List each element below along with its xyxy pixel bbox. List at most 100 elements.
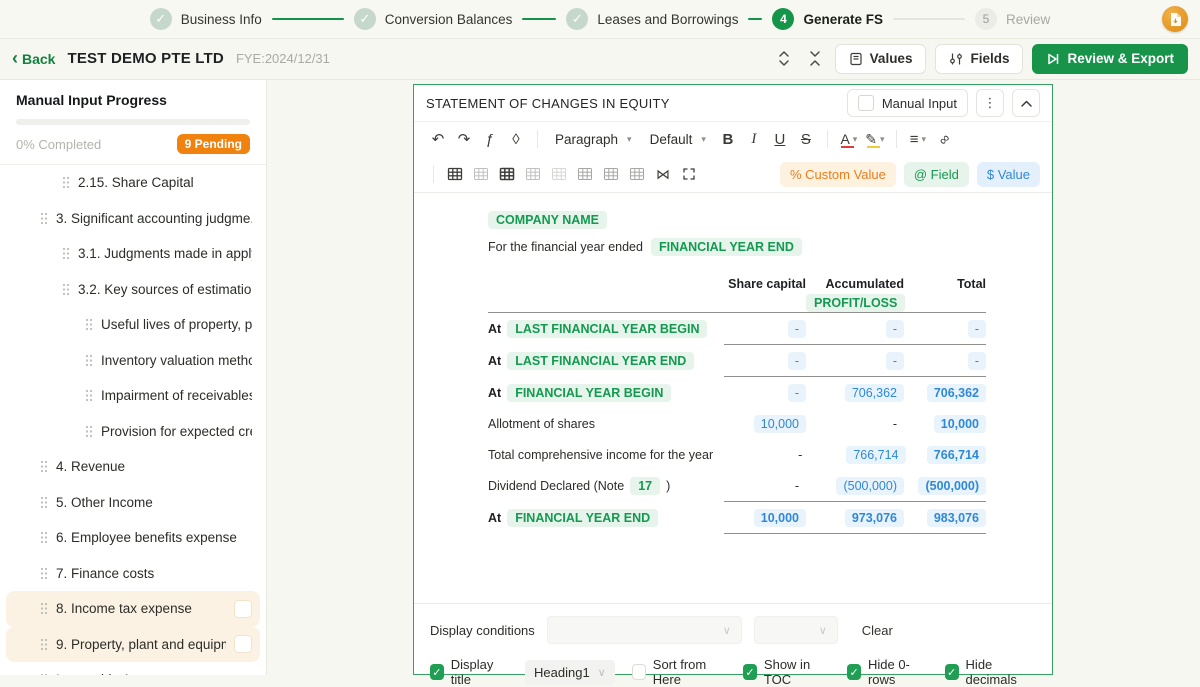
step-generate-fs[interactable]: 4Generate FS	[772, 8, 883, 30]
insert-row-above-icon[interactable]	[547, 162, 571, 186]
step-review[interactable]: 5Review	[975, 8, 1050, 30]
undo-icon[interactable]: ↶	[426, 127, 450, 151]
format-painter-icon[interactable]: ƒ	[478, 127, 502, 151]
value-chip[interactable]: 983,076	[927, 509, 986, 527]
drag-handle[interactable]	[40, 212, 48, 225]
checked-checkbox[interactable]: ✓	[847, 664, 861, 680]
value-chip[interactable]: -	[968, 320, 986, 338]
sidebar-item[interactable]: 3.1. Judgments made in applyi...	[6, 236, 260, 272]
checked-checkbox[interactable]: ✓	[743, 664, 757, 680]
drag-handle[interactable]	[85, 318, 93, 331]
field-chip[interactable]: FINANCIAL YEAR END	[507, 509, 658, 527]
style-dropdown[interactable]: Default▾	[642, 126, 714, 152]
sidebar-item[interactable]: 8. Income tax expense	[6, 591, 260, 627]
value-chip[interactable]: -	[788, 352, 806, 370]
collapse-section-button[interactable]	[1012, 89, 1040, 117]
drag-handle[interactable]	[40, 460, 48, 473]
insert-column-right-icon[interactable]	[625, 162, 649, 186]
collapse-all-button[interactable]	[804, 48, 826, 69]
value-chip[interactable]: -	[788, 320, 806, 338]
option-hide-0-rows[interactable]: ✓Hide 0-rows	[847, 657, 928, 687]
underline-icon[interactable]: U	[768, 127, 792, 151]
manual-input-checkbox[interactable]	[858, 95, 874, 111]
drag-handle[interactable]	[62, 283, 70, 296]
clear-button[interactable]: Clear	[862, 623, 893, 638]
value-chip[interactable]: (500,000)	[918, 477, 986, 495]
field-chip[interactable]: @ Field	[904, 162, 969, 187]
condition-select-1[interactable]: ∨	[547, 616, 742, 644]
drag-handle[interactable]	[40, 531, 48, 544]
delete-table-icon[interactable]	[469, 162, 493, 186]
values-button[interactable]: Values	[835, 44, 927, 74]
fields-button[interactable]: Fields	[935, 44, 1023, 74]
fullscreen-icon[interactable]	[677, 162, 701, 186]
table-properties-icon[interactable]	[495, 162, 519, 186]
sidebar-item[interactable]: 2.15. Share Capital	[6, 165, 260, 201]
strikethrough-icon[interactable]: S	[794, 127, 818, 151]
option-show-in-toc[interactable]: ✓Show in TOC	[743, 657, 830, 687]
company-name-field-chip[interactable]: COMPANY NAME	[488, 211, 607, 229]
sidebar-item[interactable]: Intangable Assets	[6, 662, 260, 675]
drag-handle[interactable]	[62, 176, 70, 189]
sidebar-item[interactable]: 3. Significant accounting judgme...	[6, 201, 260, 237]
drag-handle[interactable]	[85, 354, 93, 367]
field-chip[interactable]: LAST FINANCIAL YEAR BEGIN	[507, 320, 707, 338]
insert-row-below-icon[interactable]	[573, 162, 597, 186]
value-chip[interactable]: -	[788, 384, 806, 402]
sidebar-item-checkbox[interactable]	[234, 600, 252, 618]
value-chip[interactable]: 10,000	[754, 509, 806, 527]
field-chip[interactable]: FINANCIAL YEAR BEGIN	[507, 384, 671, 402]
sidebar-item-checkbox[interactable]	[234, 635, 252, 653]
sidebar-item[interactable]: 5. Other Income	[6, 485, 260, 521]
sidebar-item[interactable]: 3.2. Key sources of estimation...	[6, 272, 260, 308]
drag-handle[interactable]	[62, 247, 70, 260]
bold-icon[interactable]: B	[716, 127, 740, 151]
sidebar-item[interactable]: 9. Property, plant and equipment	[6, 627, 260, 663]
unchecked-checkbox[interactable]	[632, 664, 646, 680]
sidebar-item[interactable]: Impairment of receivables	[6, 378, 260, 414]
sidebar-item[interactable]: Useful lives of property, pl...	[6, 307, 260, 343]
cell-properties-icon[interactable]	[521, 162, 545, 186]
drag-handle[interactable]	[85, 425, 93, 438]
merge-cells-icon[interactable]: ⋈	[651, 162, 675, 186]
value-chip[interactable]: $ Value	[977, 162, 1040, 187]
back-button[interactable]: ‹ Back	[12, 51, 55, 67]
highlight-color-icon[interactable]: ✎▾	[863, 127, 887, 151]
step-business-info[interactable]: ✓Business Info	[150, 8, 262, 30]
drag-handle[interactable]	[40, 496, 48, 509]
review-export-button[interactable]: Review & Export	[1032, 44, 1188, 74]
value-chip[interactable]: 766,714	[846, 446, 905, 464]
option-display-title[interactable]: ✓Display title	[430, 657, 508, 687]
drag-handle[interactable]	[40, 567, 48, 580]
drag-handle[interactable]	[40, 602, 48, 615]
value-chip[interactable]: 973,076	[845, 509, 904, 527]
font-color-icon[interactable]: A▾	[837, 127, 861, 151]
checked-checkbox[interactable]: ✓	[430, 664, 444, 680]
document-badge[interactable]	[1162, 6, 1188, 32]
sidebar-item[interactable]: Inventory valuation method	[6, 343, 260, 379]
link-icon[interactable]: ∞	[932, 127, 956, 151]
value-chip[interactable]: 10,000	[754, 415, 806, 433]
value-chip[interactable]: 10,000	[934, 415, 986, 433]
document-area[interactable]: COMPANY NAME For the financial year ende…	[414, 193, 1052, 603]
insert-column-left-icon[interactable]	[599, 162, 623, 186]
redo-icon[interactable]: ↷	[452, 127, 476, 151]
checked-checkbox[interactable]: ✓	[945, 664, 959, 680]
clear-format-icon[interactable]: ◊	[504, 127, 528, 151]
profit-loss-field-chip[interactable]: PROFIT/LOSS	[806, 294, 905, 312]
align-icon[interactable]: ≡▾	[906, 127, 930, 151]
value-chip[interactable]: 706,362	[845, 384, 904, 402]
heading-select[interactable]: Heading1∨	[525, 660, 615, 685]
custom-value-chip[interactable]: % Custom Value	[780, 162, 896, 187]
sidebar-item[interactable]: 4. Revenue	[6, 449, 260, 485]
value-chip[interactable]: (500,000)	[836, 477, 904, 495]
step-conversion-balances[interactable]: ✓Conversion Balances	[354, 8, 513, 30]
more-options-button[interactable]: ⋮	[976, 89, 1004, 117]
paragraph-dropdown[interactable]: Paragraph▾	[547, 126, 640, 152]
step-leases-and-borrowings[interactable]: ✓Leases and Borrowings	[566, 8, 738, 30]
sidebar-item[interactable]: 6. Employee benefits expense	[6, 520, 260, 556]
condition-select-2[interactable]: ∨	[754, 616, 838, 644]
field-chip[interactable]: 17	[630, 477, 660, 495]
sidebar-item[interactable]: 7. Finance costs	[6, 556, 260, 592]
financial-year-end-field-chip[interactable]: FINANCIAL YEAR END	[651, 238, 802, 256]
